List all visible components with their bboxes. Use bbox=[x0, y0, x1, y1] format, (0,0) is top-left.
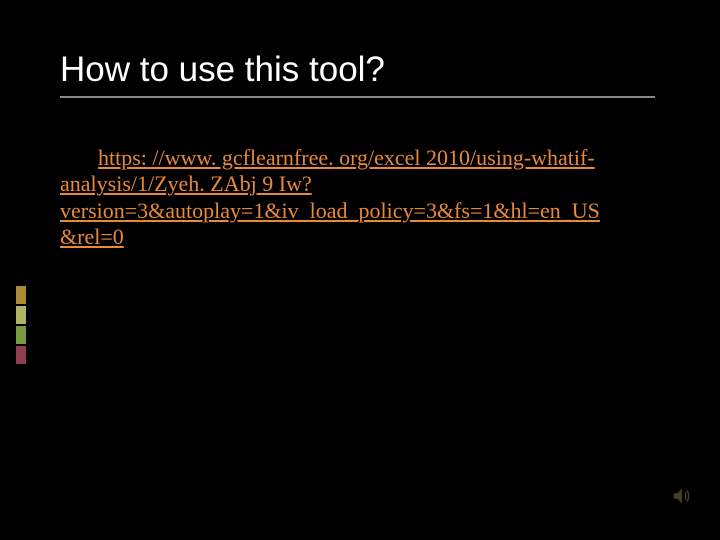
resource-link[interactable]: https: //www. gcflearnfree. org/excel 20… bbox=[60, 145, 600, 249]
accent-bar bbox=[16, 326, 26, 344]
accent-bar bbox=[16, 286, 26, 304]
title-area: How to use this tool? bbox=[60, 50, 660, 98]
body-area: https: //www. gcflearnfree. org/excel 20… bbox=[60, 145, 600, 251]
slide: How to use this tool? https: //www. gcfl… bbox=[0, 0, 720, 540]
accent-bar bbox=[16, 306, 26, 324]
accent-strip bbox=[16, 286, 26, 366]
accent-bar bbox=[16, 346, 26, 364]
title-underline bbox=[60, 96, 655, 98]
slide-title: How to use this tool? bbox=[60, 50, 660, 90]
sound-icon bbox=[670, 485, 692, 512]
